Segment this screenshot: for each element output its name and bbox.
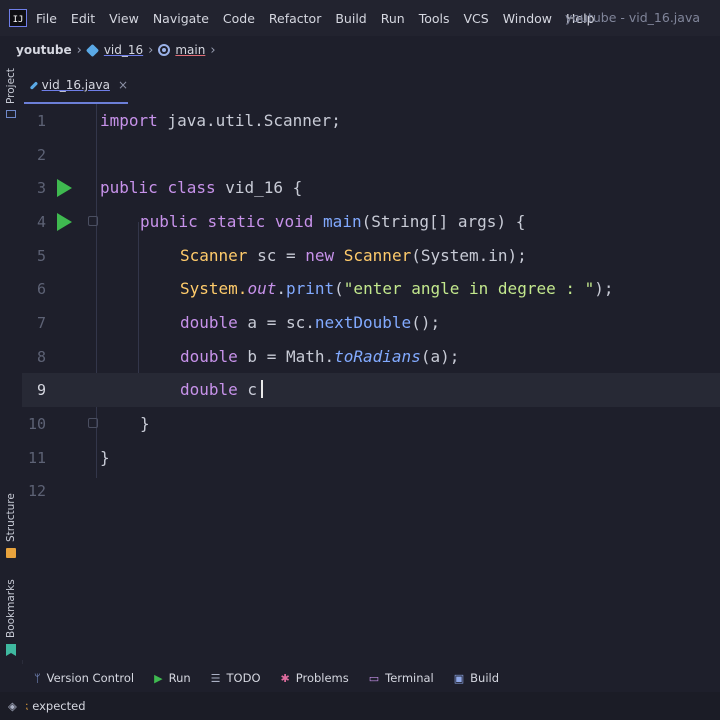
menu-build[interactable]: Build	[335, 11, 366, 26]
code-line: 11 }	[22, 441, 720, 475]
intellij-logo-icon[interactable]: IJ	[9, 9, 27, 27]
project-tool-tab[interactable]: Project	[5, 68, 17, 104]
run-icon[interactable]	[57, 179, 72, 197]
menu-bar: IJ File Edit View Navigate Code Refactor…	[0, 0, 720, 36]
menu-code[interactable]: Code	[223, 11, 255, 26]
line-number: 5	[36, 247, 46, 265]
terminal-tool[interactable]: ▭ Terminal	[369, 671, 434, 685]
line-number: 3	[36, 179, 46, 197]
line-number: 2	[36, 146, 46, 164]
breadcrumb: youtube › vid_16 › main ›	[0, 36, 720, 64]
code-line: 4 public static void main(String[] args)…	[22, 205, 720, 239]
breadcrumb-project[interactable]: youtube	[16, 43, 72, 57]
project-folder-icon[interactable]	[6, 110, 16, 118]
line-number: 8	[36, 348, 46, 366]
run-tool[interactable]: ▶ Run	[154, 671, 191, 685]
bookmark-icon[interactable]	[6, 644, 16, 656]
tab-label: vid_16.java	[41, 78, 110, 92]
code-line: 8 double b = Math.toRadians(a);	[22, 340, 720, 374]
menu-edit[interactable]: Edit	[71, 11, 95, 26]
code-editor[interactable]: 1 import java.util.Scanner; 2 3 public c…	[22, 104, 720, 660]
text-caret	[261, 380, 264, 398]
window-title: youtube - vid_16.java	[565, 10, 700, 25]
close-icon[interactable]: ×	[118, 78, 128, 92]
warning-icon: ⁏	[24, 700, 29, 712]
java-class-icon	[85, 43, 99, 57]
tool-label: TODO	[226, 671, 261, 685]
menu-vcs[interactable]: VCS	[464, 11, 489, 26]
fold-icon[interactable]	[88, 418, 98, 428]
structure-tool-tab[interactable]: Structure	[5, 493, 17, 542]
code-text: double a = sc.nextDouble();	[180, 313, 441, 332]
breadcrumb-method[interactable]: main	[175, 43, 205, 57]
left-tool-strip: Project Structure Bookmarks	[0, 64, 23, 664]
chevron-right-icon: ›	[76, 42, 82, 58]
code-text: double c	[180, 380, 264, 399]
build-tool[interactable]: ▣ Build	[454, 671, 499, 685]
line-number: 4	[36, 213, 46, 231]
menu-view[interactable]: View	[109, 11, 139, 26]
tool-label: Problems	[295, 671, 349, 685]
code-line: 3 public class vid_16 {	[22, 171, 720, 205]
status-bar: ◈ ⁏ expected	[0, 692, 720, 720]
menu-file[interactable]: File	[36, 11, 57, 26]
run-icon[interactable]	[57, 213, 72, 231]
line-number: 1	[36, 112, 46, 130]
code-line: 7 double a = sc.nextDouble();	[22, 306, 720, 340]
version-control-tool[interactable]: ᛘ Version Control	[34, 671, 134, 685]
fold-icon[interactable]	[88, 216, 98, 226]
code-line: 2	[22, 138, 720, 172]
code-text: Scanner sc = new Scanner(System.in);	[180, 246, 527, 265]
build-icon: ▣	[453, 671, 465, 685]
tool-label: Build	[470, 671, 500, 685]
layers-icon[interactable]: ◈	[8, 699, 17, 713]
code-text: }	[140, 414, 150, 433]
structure-icon[interactable]	[6, 548, 16, 558]
tab-vid-16-java[interactable]: vid_16.java ×	[24, 68, 128, 104]
tool-label: Version Control	[46, 671, 135, 685]
line-number: 6	[36, 280, 46, 298]
code-line: 5 Scanner sc = new Scanner(System.in);	[22, 239, 720, 273]
branch-icon: ᛘ	[34, 671, 41, 685]
code-text: double b = Math.toRadians(a);	[180, 347, 460, 366]
method-icon	[158, 44, 171, 56]
menu-window[interactable]: Window	[503, 11, 552, 26]
java-class-icon	[29, 80, 38, 90]
current-line: 9 double c	[22, 373, 720, 407]
code-text: public class vid_16 {	[100, 178, 303, 197]
line-number: 11	[27, 449, 46, 467]
problems-icon: ✱	[280, 671, 290, 685]
code-text: public static void main(String[] args) {	[140, 212, 526, 231]
code-text: System.out.print("enter angle in degree …	[180, 279, 614, 298]
code-line: 10 }	[22, 407, 720, 441]
line-number: 10	[27, 415, 46, 433]
editor-tabs: vid_16.java ×	[22, 64, 720, 104]
line-number: 12	[27, 482, 46, 500]
chevron-right-icon: ›	[148, 42, 154, 58]
tool-label: Terminal	[385, 671, 434, 685]
list-icon: ☰	[210, 671, 221, 685]
menu-run[interactable]: Run	[381, 11, 405, 26]
terminal-icon: ▭	[368, 671, 380, 685]
breadcrumb-class[interactable]: vid_16	[104, 43, 143, 57]
tool-label: Run	[168, 671, 191, 685]
status-message: expected	[32, 699, 86, 713]
code-text: import java.util.Scanner;	[100, 111, 341, 130]
menu-refactor[interactable]: Refactor	[269, 11, 321, 26]
todo-tool[interactable]: ☰ TODO	[211, 671, 261, 685]
menu-tools[interactable]: Tools	[419, 11, 450, 26]
chevron-right-icon: ›	[210, 42, 216, 58]
line-number: 9	[36, 381, 46, 399]
menu-navigate[interactable]: Navigate	[153, 11, 209, 26]
line-number: 7	[36, 314, 46, 332]
play-icon: ▶	[154, 671, 163, 685]
code-line: 1 import java.util.Scanner;	[22, 104, 720, 138]
problems-tool[interactable]: ✱ Problems	[281, 671, 349, 685]
code-line: 12	[22, 474, 720, 508]
bottom-tool-bar: ᛘ Version Control ▶ Run ☰ TODO ✱ Problem…	[0, 664, 720, 692]
code-line: 6 System.out.print("enter angle in degre…	[22, 272, 720, 306]
code-text: }	[100, 448, 110, 467]
bookmarks-tool-tab[interactable]: Bookmarks	[5, 579, 17, 638]
